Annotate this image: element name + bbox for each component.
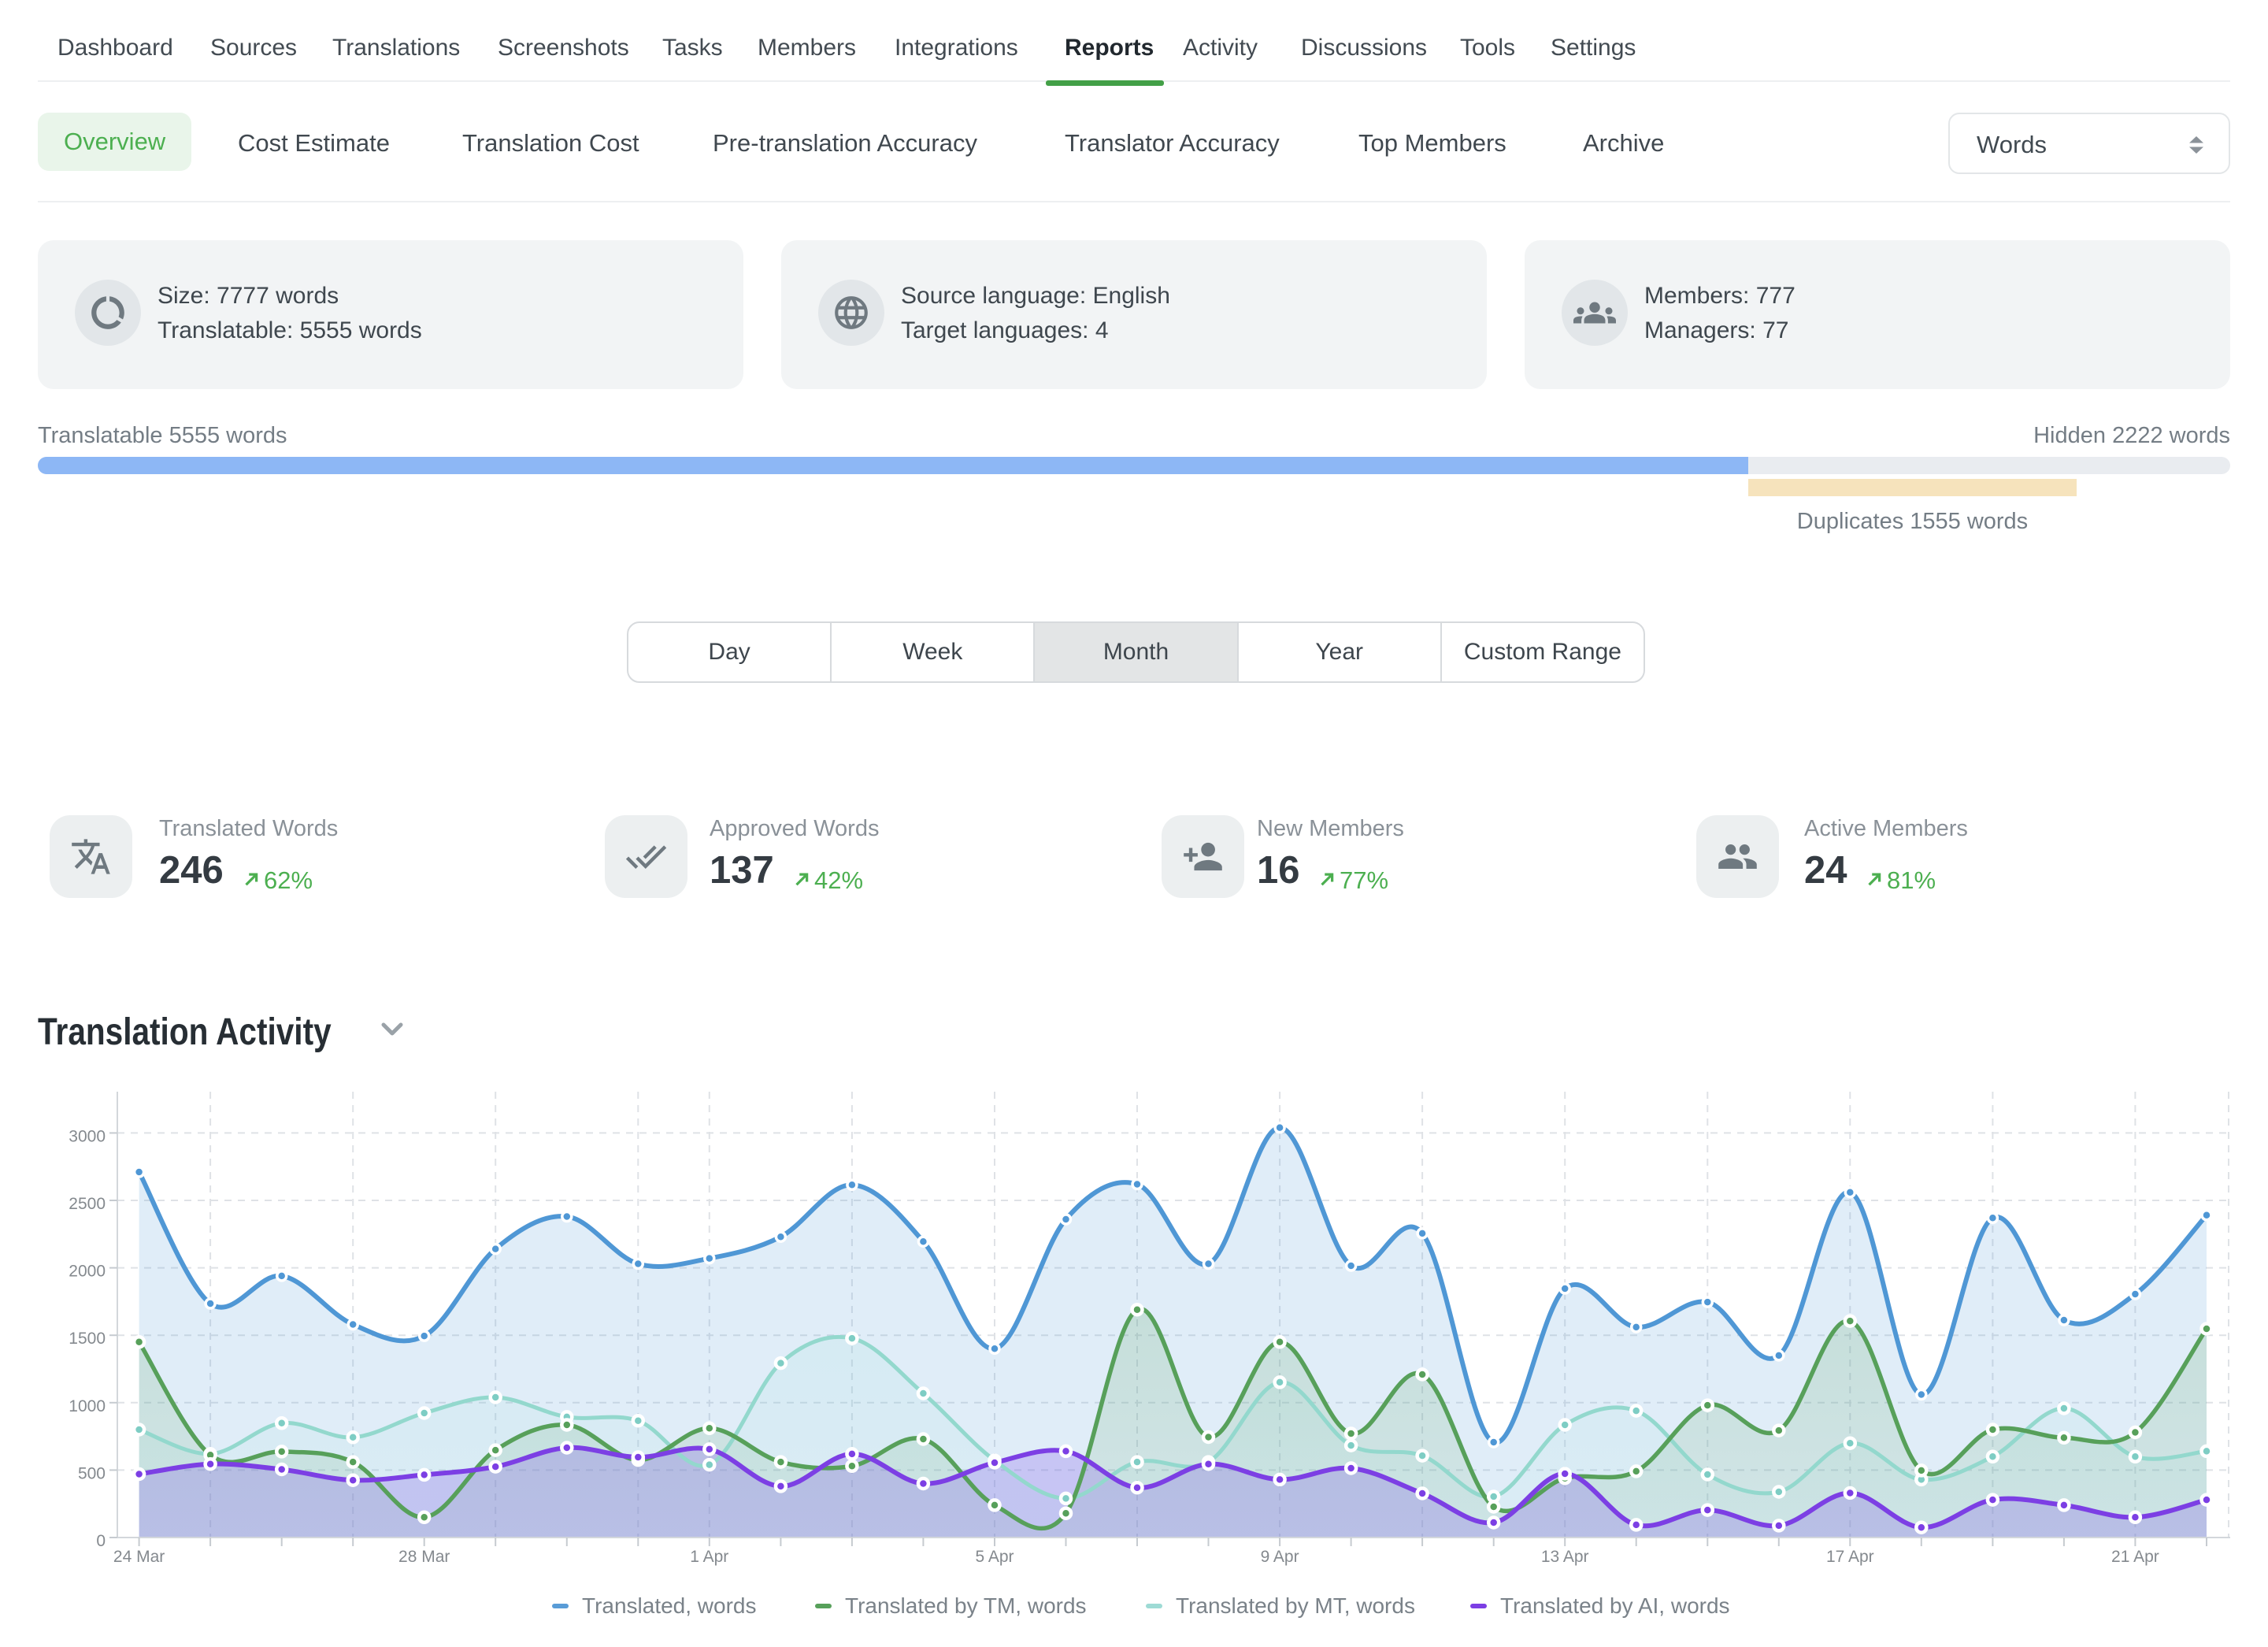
svg-text:Translated by MT, words: Translated by MT, words: [1176, 1593, 1415, 1618]
svg-text:9 Apr: 9 Apr: [1261, 1548, 1299, 1566]
svg-text:500: 500: [78, 1464, 106, 1482]
svg-text:1 Apr: 1 Apr: [690, 1548, 728, 1566]
svg-text:2500: 2500: [69, 1195, 106, 1213]
svg-text:3000: 3000: [69, 1127, 106, 1145]
svg-text:0: 0: [96, 1532, 106, 1550]
svg-text:13 Apr: 13 Apr: [1541, 1548, 1589, 1566]
svg-text:5 Apr: 5 Apr: [975, 1548, 1014, 1566]
svg-text:Translated by AI, words: Translated by AI, words: [1500, 1593, 1730, 1618]
svg-text:21 Apr: 21 Apr: [2111, 1548, 2159, 1566]
svg-text:1500: 1500: [69, 1330, 106, 1348]
svg-text:Translated by TM, words: Translated by TM, words: [845, 1593, 1087, 1618]
svg-text:1000: 1000: [69, 1397, 106, 1415]
svg-text:24 Mar: 24 Mar: [113, 1548, 165, 1566]
svg-text:28 Mar: 28 Mar: [398, 1548, 450, 1566]
svg-text:Translated, words: Translated, words: [582, 1593, 757, 1618]
svg-text:17 Apr: 17 Apr: [1826, 1548, 1874, 1566]
svg-text:2000: 2000: [69, 1263, 106, 1281]
